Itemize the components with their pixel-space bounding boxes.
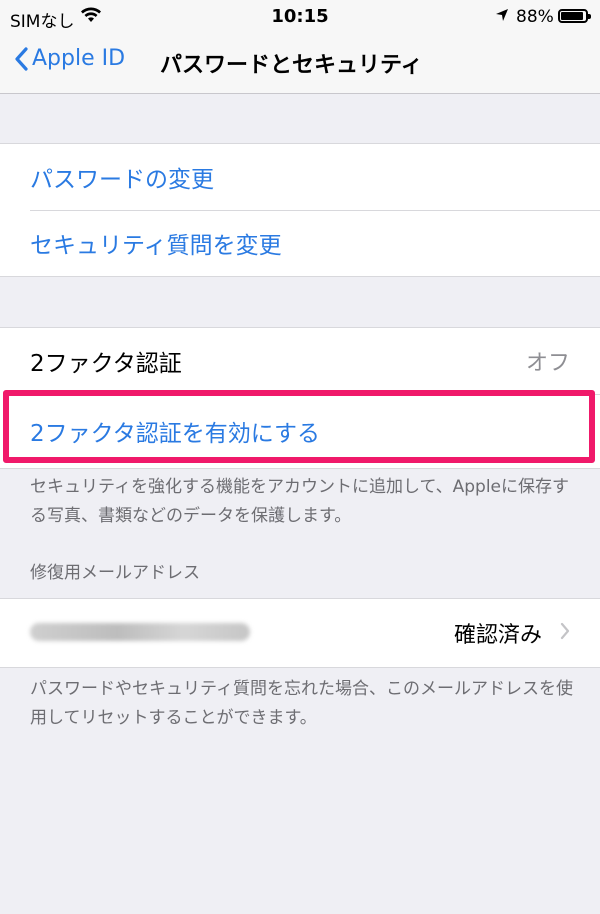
highlight-frame — [3, 390, 595, 463]
change-password-row[interactable]: パスワードの変更 — [0, 144, 600, 210]
rescue-email-footer: パスワードやセキュリティ質問を忘れた場合、このメールアドレスを使用してリセットす… — [30, 679, 573, 728]
rescue-email-group: 確認済み — [0, 598, 600, 668]
change-security-questions-link[interactable]: セキュリティ質問を変更 — [30, 226, 282, 260]
two-factor-label: 2ファクタ認証 — [30, 351, 182, 377]
two-factor-description: セキュリティを強化する機能をアカウントに追加して、Appleに保存する写真、書類… — [30, 477, 570, 526]
back-button[interactable]: Apple ID — [14, 46, 125, 71]
rescue-email-header: 修復用メールアドレス — [30, 563, 200, 583]
chevron-right-icon — [560, 622, 570, 644]
change-password-link[interactable]: パスワードの変更 — [30, 160, 214, 194]
navigation-bar: Apple ID パスワードとセキュリティ — [0, 34, 600, 94]
password-settings-group: パスワードの変更 セキュリティ質問を変更 — [0, 143, 600, 277]
battery-percentage: 88% — [516, 7, 554, 27]
rescue-email-row[interactable]: 確認済み — [0, 599, 600, 667]
email-verified-status: 確認済み — [453, 623, 542, 648]
location-icon — [494, 7, 510, 28]
battery-icon — [558, 9, 591, 23]
two-factor-status-row: 2ファクタ認証 オフ — [0, 328, 600, 394]
chevron-left-icon — [15, 46, 28, 71]
back-button-label: Apple ID — [32, 46, 126, 71]
two-factor-status-value: オフ — [525, 351, 570, 376]
change-security-questions-row[interactable]: セキュリティ質問を変更 — [0, 210, 600, 276]
clock: 10:15 — [271, 6, 329, 27]
status-bar: SIMなし 10:15 88% — [0, 0, 600, 34]
page-title: パスワードとセキュリティ — [160, 53, 423, 78]
email-address-redacted — [30, 623, 250, 641]
